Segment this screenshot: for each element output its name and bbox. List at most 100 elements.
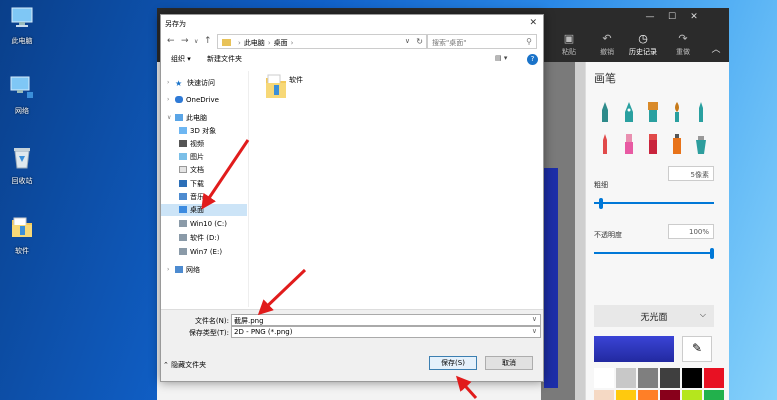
search-icon: ⚲ <box>526 37 532 46</box>
color-swatch[interactable] <box>704 368 724 388</box>
color-swatch[interactable] <box>616 368 636 388</box>
organize-button[interactable]: 组织 ▾ <box>171 54 191 64</box>
cube-icon <box>179 127 187 134</box>
tree-item-label: Win10 (C:) <box>190 220 227 228</box>
pixel-pen-icon[interactable] <box>646 132 660 154</box>
file-list[interactable]: 软件 <box>251 71 543 307</box>
filename-input[interactable]: 截屏.png ∨ <box>231 314 541 326</box>
tree-item-pictures[interactable]: 图片 <box>179 151 204 163</box>
dialog-titlebar[interactable]: 另存为 ✕ <box>161 15 543 33</box>
color-swatch[interactable] <box>616 390 636 400</box>
maximize-button[interactable]: ☐ <box>661 12 683 22</box>
current-color-swatch[interactable] <box>594 336 674 362</box>
desktop-icon-network[interactable]: 网络 <box>2 74 42 116</box>
recent-dropdown-icon[interactable]: ∨ <box>194 38 198 45</box>
thickness-slider[interactable] <box>594 202 714 204</box>
folder-icon <box>12 217 32 237</box>
color-swatch[interactable] <box>682 390 702 400</box>
tree-item-drive-d[interactable]: 软件 (D:) <box>179 232 219 244</box>
close-button[interactable]: ✕ <box>683 12 705 22</box>
chevron-down-icon[interactable]: ∨ <box>405 37 410 45</box>
navigation-pane: › ★ 快速访问 › OneDrive ∨ 此电脑 3D 对象 视频 图片 文档 … <box>161 71 249 307</box>
tree-item-label: 文档 <box>190 166 204 174</box>
color-swatch[interactable] <box>704 390 724 400</box>
desktop-icon-this-pc[interactable]: 此电脑 <box>2 4 42 46</box>
chevron-right-icon[interactable]: › <box>167 266 169 273</box>
desktop-icon-software[interactable]: 软件 <box>2 214 42 256</box>
hide-folders-toggle[interactable]: ⌃ 隐藏文件夹 <box>163 360 206 370</box>
marker-brush-icon[interactable] <box>598 100 612 122</box>
history-button[interactable]: ◷ 历史记录 <box>623 32 663 57</box>
eyedropper-icon[interactable]: ✎ <box>682 336 712 362</box>
opacity-slider[interactable] <box>594 252 714 254</box>
tree-item-drive-c[interactable]: Win10 (C:) <box>179 218 227 230</box>
new-folder-button[interactable]: 新建文件夹 <box>207 54 242 64</box>
desktop-icon-recycle-bin[interactable]: 回收站 <box>2 144 42 186</box>
calligraphy-pen-icon[interactable] <box>622 100 636 122</box>
collapse-ribbon-icon[interactable]: ︿ <box>705 42 727 55</box>
redo-button[interactable]: ↷ 重做 <box>663 32 703 57</box>
forward-arrow-icon[interactable]: → <box>181 36 189 46</box>
breadcrumb-desktop[interactable]: 桌面 <box>274 39 288 47</box>
breadcrumb-this-pc[interactable]: 此电脑 <box>244 39 265 47</box>
save-button[interactable]: 保存(S) <box>429 356 477 370</box>
tree-item-downloads[interactable]: 下载 <box>179 178 204 190</box>
tree-item-onedrive[interactable]: OneDrive <box>175 94 219 106</box>
crayon-icon[interactable] <box>622 132 636 154</box>
search-input[interactable]: 搜索"桌面" ⚲ <box>427 34 537 49</box>
spray-can-icon[interactable] <box>670 132 684 154</box>
chevron-down-icon[interactable]: ∨ <box>532 327 537 335</box>
watercolor-icon[interactable] <box>670 100 684 122</box>
tree-item-network[interactable]: 网络 <box>175 264 200 276</box>
refresh-icon[interactable]: ↻ <box>416 37 423 46</box>
cancel-button[interactable]: 取消 <box>485 356 533 370</box>
tree-item-label: Win7 (E:) <box>190 248 223 256</box>
color-swatch[interactable] <box>594 390 614 400</box>
color-swatch[interactable] <box>638 390 658 400</box>
tree-item-documents[interactable]: 文档 <box>179 164 204 176</box>
chevron-down-icon[interactable]: ∨ <box>532 315 537 323</box>
address-bar[interactable]: › 此电脑 › 桌面 › ∨ ↻ <box>217 34 427 49</box>
chevron-down-icon[interactable]: ∨ <box>167 114 171 121</box>
undo-button[interactable]: ↶ 撤销 <box>587 32 627 57</box>
file-item-name[interactable]: 软件 <box>289 75 303 85</box>
eraser-icon[interactable] <box>598 132 612 154</box>
fill-bucket-icon[interactable] <box>694 132 708 154</box>
tree-item-3d-objects[interactable]: 3D 对象 <box>179 125 216 137</box>
chevron-right-icon[interactable]: › <box>167 79 169 86</box>
tree-item-label: 下载 <box>190 180 204 188</box>
tree-item-quick-access[interactable]: ★ 快速访问 <box>175 77 215 89</box>
opacity-slider-handle[interactable] <box>710 248 714 259</box>
color-swatch[interactable] <box>638 368 658 388</box>
filetype-select[interactable]: 2D - PNG (*.png) ∨ <box>231 326 541 338</box>
help-icon[interactable]: ? <box>527 54 538 65</box>
tree-item-drive-e[interactable]: Win7 (E:) <box>179 246 222 258</box>
filetype-value: 2D - PNG (*.png) <box>234 328 293 336</box>
color-swatch[interactable] <box>660 368 680 388</box>
thickness-slider-handle[interactable] <box>598 198 603 209</box>
color-swatch[interactable] <box>594 368 614 388</box>
drive-icon <box>179 234 187 241</box>
thickness-value-input[interactable]: 5像素 <box>668 166 714 181</box>
back-arrow-icon[interactable]: ← <box>167 36 175 46</box>
color-swatch[interactable] <box>682 368 702 388</box>
paste-button[interactable]: ▣ 粘贴 <box>549 32 589 57</box>
picture-icon <box>179 153 187 160</box>
tree-item-music[interactable]: 音乐 <box>179 191 204 203</box>
tree-item-videos[interactable]: 视频 <box>179 138 204 150</box>
color-swatch[interactable] <box>660 390 680 400</box>
tree-item-desktop[interactable]: 桌面 <box>161 204 247 216</box>
pencil-icon[interactable] <box>694 100 708 122</box>
opacity-value-input[interactable]: 100% <box>668 224 714 239</box>
cloud-icon <box>175 96 183 103</box>
minimize-button[interactable]: — <box>639 12 661 22</box>
chevron-right-icon[interactable]: › <box>167 96 169 103</box>
view-options-icon[interactable]: ▤ ▾ <box>495 54 507 62</box>
oil-brush-icon[interactable] <box>646 100 660 122</box>
up-arrow-icon[interactable]: ↑ <box>204 36 212 46</box>
tree-item-label: 3D 对象 <box>190 127 217 135</box>
close-icon[interactable]: ✕ <box>529 18 537 28</box>
finish-dropdown[interactable]: 无光面 ⌵ <box>594 305 714 327</box>
music-icon <box>179 193 187 200</box>
tree-item-this-pc[interactable]: 此电脑 <box>175 112 207 124</box>
